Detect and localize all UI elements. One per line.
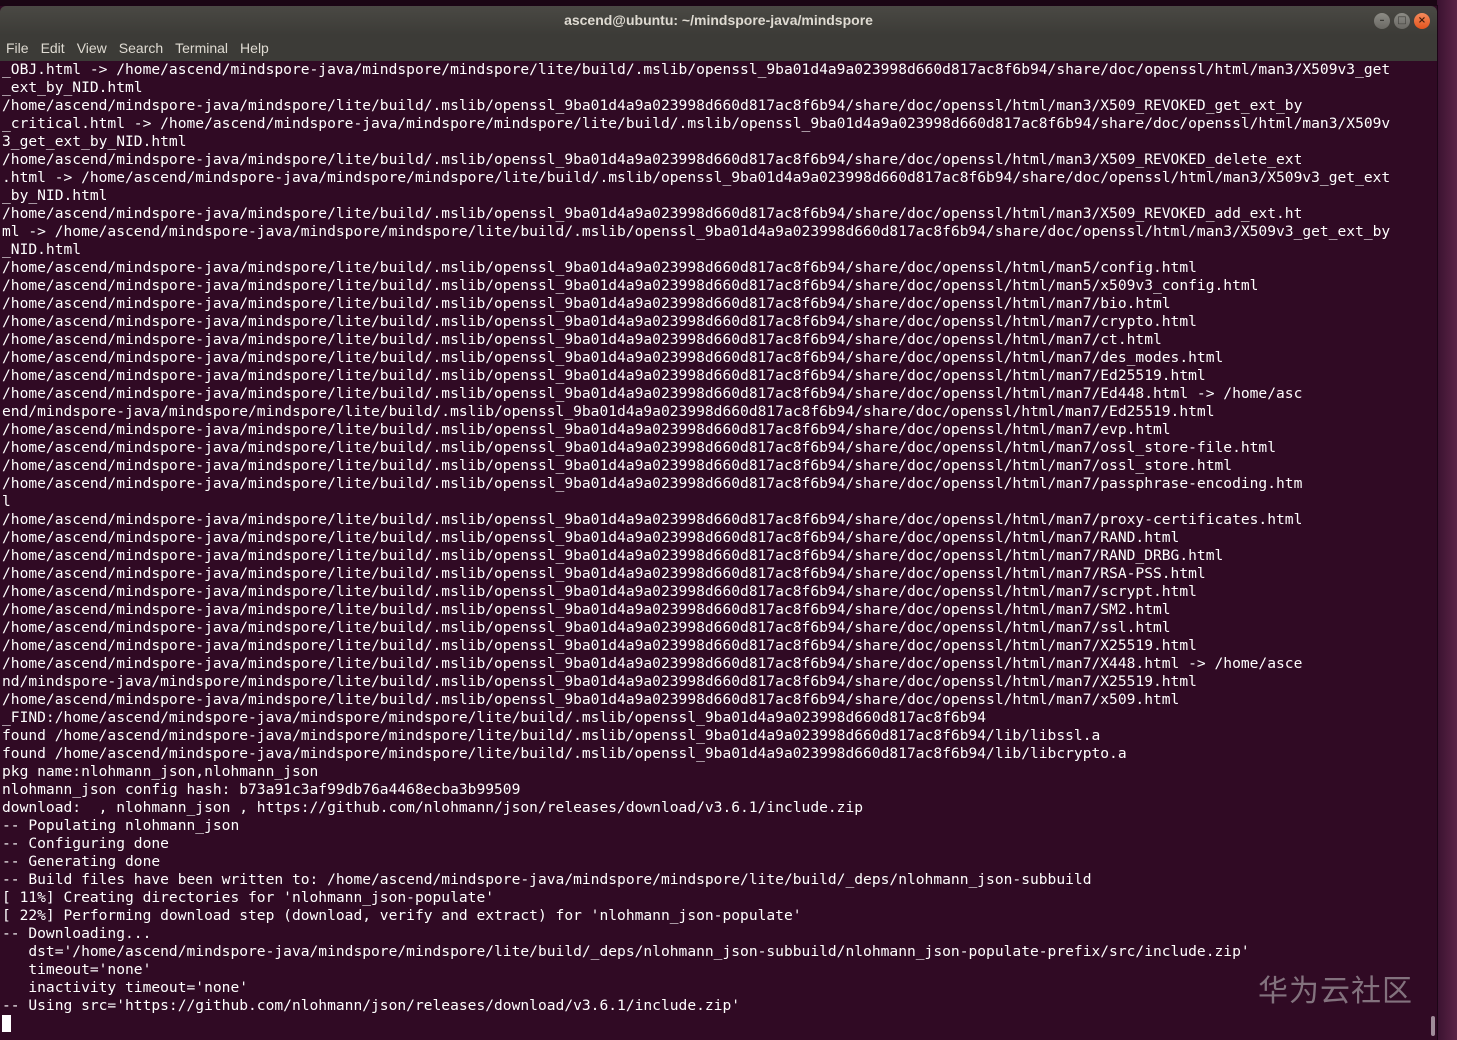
terminal-line: /home/ascend/mindspore-java/mindspore/li… bbox=[2, 511, 1303, 528]
terminal-line: /home/ascend/mindspore-java/mindspore/li… bbox=[2, 421, 1171, 438]
terminal-line: /home/ascend/mindspore-java/mindspore/li… bbox=[2, 385, 1303, 402]
terminal-window: ascend@ubuntu: ~/mindspore-java/mindspor… bbox=[0, 6, 1437, 1040]
terminal-line: .html -> /home/ascend/mindspore-java/min… bbox=[2, 169, 1391, 186]
terminal-line: /home/ascend/mindspore-java/mindspore/li… bbox=[2, 655, 1303, 672]
minimize-button[interactable]: – bbox=[1374, 13, 1390, 29]
terminal-line: /home/ascend/mindspore-java/mindspore/li… bbox=[2, 583, 1197, 600]
terminal-line: download: , nlohmann_json , https://gith… bbox=[2, 799, 864, 816]
terminal-line: /home/ascend/mindspore-java/mindspore/li… bbox=[2, 547, 1224, 564]
terminal-line: /home/ascend/mindspore-java/mindspore/li… bbox=[2, 277, 1259, 294]
watermark-logo: 华为云社区 bbox=[1258, 974, 1413, 1009]
terminal-line: _critical.html -> /home/ascend/mindspore… bbox=[2, 115, 1391, 132]
terminal-line: /home/ascend/mindspore-java/mindspore/li… bbox=[2, 313, 1197, 330]
terminal-line: nlohmann_json config hash: b73a91c3af99d… bbox=[2, 781, 521, 798]
close-button[interactable]: × bbox=[1414, 13, 1430, 29]
scrollbar[interactable] bbox=[1430, 61, 1437, 1040]
terminal-line: ml -> /home/ascend/mindspore-java/mindsp… bbox=[2, 223, 1391, 240]
terminal-line: /home/ascend/mindspore-java/mindspore/li… bbox=[2, 205, 1303, 222]
maximize-button[interactable]: □ bbox=[1394, 13, 1410, 29]
terminal-output[interactable]: _OBJ.html -> /home/ascend/mindspore-java… bbox=[0, 61, 1430, 1040]
title-bar[interactable]: ascend@ubuntu: ~/mindspore-java/mindspor… bbox=[0, 6, 1437, 36]
desktop-edge bbox=[1437, 0, 1457, 1040]
terminal-line: /home/ascend/mindspore-java/mindspore/li… bbox=[2, 565, 1206, 582]
terminal-line: pkg name:nlohmann_json,nlohmann_json bbox=[2, 763, 319, 780]
terminal-line: -- Generating done bbox=[2, 853, 161, 870]
terminal-line: end/mindspore-java/mindspore/mindspore/l… bbox=[2, 403, 1215, 420]
terminal-line: inactivity timeout='none' bbox=[2, 979, 249, 996]
terminal-line: -- Downloading... bbox=[2, 925, 152, 942]
menu-edit[interactable]: Edit bbox=[35, 35, 71, 61]
menu-file[interactable]: File bbox=[0, 35, 35, 61]
terminal-line: [ 11%] Creating directories for 'nlohman… bbox=[2, 889, 495, 906]
menu-view[interactable]: View bbox=[71, 35, 113, 61]
terminal-line: -- Configuring done bbox=[2, 835, 169, 852]
text-cursor bbox=[2, 1015, 11, 1032]
menu-bar: File Edit View Search Terminal Help bbox=[0, 35, 1437, 61]
scrollbar-thumb[interactable] bbox=[1431, 1016, 1435, 1036]
terminal-line: /home/ascend/mindspore-java/mindspore/li… bbox=[2, 367, 1206, 384]
menu-search[interactable]: Search bbox=[113, 35, 169, 61]
terminal-line: 3_get_ext_by_NID.html bbox=[2, 133, 187, 150]
window-title: ascend@ubuntu: ~/mindspore-java/mindspor… bbox=[564, 12, 873, 28]
terminal-line: /home/ascend/mindspore-java/mindspore/li… bbox=[2, 619, 1171, 636]
terminal-line: -- Build files have been written to: /ho… bbox=[2, 871, 1092, 888]
terminal-line: /home/ascend/mindspore-java/mindspore/li… bbox=[2, 601, 1171, 618]
terminal-line: timeout='none' bbox=[2, 961, 152, 978]
terminal-line: /home/ascend/mindspore-java/mindspore/li… bbox=[2, 457, 1233, 474]
terminal-line: /home/ascend/mindspore-java/mindspore/li… bbox=[2, 295, 1171, 312]
terminal-line: _FIND:/home/ascend/mindspore-java/mindsp… bbox=[2, 709, 987, 726]
terminal-line: [ 22%] Performing download step (downloa… bbox=[2, 907, 802, 924]
terminal-line: _by_NID.html bbox=[2, 187, 108, 204]
terminal-line: -- Using src='https://github.com/nlohman… bbox=[2, 997, 741, 1014]
terminal-line: /home/ascend/mindspore-java/mindspore/li… bbox=[2, 349, 1224, 366]
menu-help[interactable]: Help bbox=[234, 35, 275, 61]
prompt-line bbox=[2, 1015, 1390, 1033]
terminal-line: /home/ascend/mindspore-java/mindspore/li… bbox=[2, 475, 1303, 492]
terminal-line: /home/ascend/mindspore-java/mindspore/li… bbox=[2, 151, 1303, 168]
terminal-line: _NID.html bbox=[2, 241, 82, 258]
terminal-line: /home/ascend/mindspore-java/mindspore/li… bbox=[2, 259, 1197, 276]
terminal-line: _OBJ.html -> /home/ascend/mindspore-java… bbox=[2, 61, 1391, 78]
terminal-line: /home/ascend/mindspore-java/mindspore/li… bbox=[2, 439, 1276, 456]
terminal-line: l bbox=[2, 493, 11, 510]
menu-terminal[interactable]: Terminal bbox=[169, 35, 234, 61]
terminal-line: _ext_by_NID.html bbox=[2, 79, 143, 96]
terminal-line: /home/ascend/mindspore-java/mindspore/li… bbox=[2, 331, 1162, 348]
terminal-line: /home/ascend/mindspore-java/mindspore/li… bbox=[2, 691, 1180, 708]
terminal-line: -- Populating nlohmann_json bbox=[2, 817, 240, 834]
terminal-line: /home/ascend/mindspore-java/mindspore/li… bbox=[2, 529, 1180, 546]
terminal-line: found /home/ascend/mindspore-java/mindsp… bbox=[2, 727, 1101, 744]
terminal-lines: _OBJ.html -> /home/ascend/mindspore-java… bbox=[2, 61, 1390, 1033]
terminal-line: dst='/home/ascend/mindspore-java/mindspo… bbox=[2, 943, 1250, 960]
terminal-line: /home/ascend/mindspore-java/mindspore/li… bbox=[2, 97, 1303, 114]
terminal-line: nd/mindspore-java/mindspore/mindspore/li… bbox=[2, 673, 1197, 690]
terminal-line: /home/ascend/mindspore-java/mindspore/li… bbox=[2, 637, 1197, 654]
terminal-line: found /home/ascend/mindspore-java/mindsp… bbox=[2, 745, 1127, 762]
